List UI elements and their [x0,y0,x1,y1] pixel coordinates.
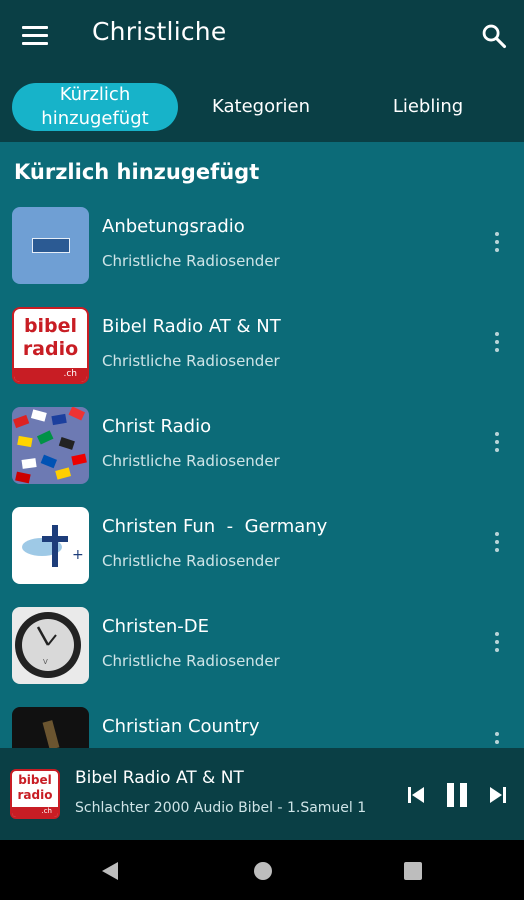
tab-label-line1: Kürzlich [59,84,131,105]
recents-icon[interactable] [403,861,423,881]
logo-text-bibel: bibel [18,773,52,787]
logo-text-ch: .ch [63,369,77,379]
station-logo: + [12,507,89,584]
search-icon[interactable] [480,22,508,50]
station-row[interactable]: Christian Country [0,700,524,748]
cross-logo: + [22,525,84,567]
station-category: Christliche Radiosender [102,252,280,270]
more-options-icon[interactable] [488,532,506,560]
home-icon[interactable] [253,861,273,881]
app-bar: Christliche [0,0,524,70]
svg-text:+: + [72,547,84,563]
more-options-icon[interactable] [488,632,506,660]
station-row[interactable]: V Christen-DE Christliche Radiosender [0,600,524,700]
flags-image [13,407,87,484]
mini-player[interactable]: bibel radio .ch Bibel Radio AT & NT Schl… [0,748,524,840]
app-title: Christliche [92,17,227,46]
station-category: Christliche Radiosender [102,652,280,670]
station-category: Christliche Radiosender [102,452,280,470]
station-category: Christliche Radiosender [102,552,280,570]
tab-label-line2: hinzugefügt [41,108,149,129]
tab-categories[interactable]: Kategorien [188,83,334,131]
pause-icon[interactable] [444,781,470,809]
station-logo: V [12,607,89,684]
station-name: Bibel Radio AT & NT [102,316,281,337]
station-logo [12,407,89,484]
tab-favorites[interactable]: Liebling [364,83,492,131]
station-logo [12,207,89,284]
logo-text-bibel: bibel [23,315,78,337]
menu-icon[interactable] [22,26,48,46]
station-name: Christian Country [102,716,260,737]
logo-text-ch: .ch [41,807,52,815]
more-options-icon[interactable] [488,732,506,748]
station-list[interactable]: Anbetungsradio Christliche Radiosender b… [0,200,524,748]
tab-recently-added[interactable]: Kürzlich hinzugefügt [12,83,178,131]
station-row[interactable]: Anbetungsradio Christliche Radiosender [0,200,524,300]
station-name: Christen Fun - Germany [102,516,328,537]
more-options-icon[interactable] [488,432,506,460]
station-row[interactable]: + Christen Fun - Germany Christliche Rad… [0,500,524,600]
logo-text-radio: radio [17,788,53,802]
station-logo [12,707,89,748]
station-category: Christliche Radiosender [102,352,280,370]
player-subtitle: Schlachter 2000 Audio Bibel - 1.Samuel 1 [75,800,367,816]
skip-previous-icon[interactable] [406,785,426,805]
system-nav-bar [0,840,524,900]
player-station-logo: bibel radio .ch [10,769,60,819]
skip-next-icon[interactable] [488,785,508,805]
more-options-icon[interactable] [488,332,506,360]
tab-label: Liebling [392,96,464,117]
station-name: Christen-DE [102,616,210,637]
station-name: Anbetungsradio [102,216,245,237]
section-title: Kürzlich hinzugefügt [14,160,260,184]
station-logo: bibel radio .ch [12,307,89,384]
more-options-icon[interactable] [488,232,506,260]
player-title: Bibel Radio AT & NT [75,768,244,788]
tab-label: Kategorien [212,96,310,117]
tab-bar: Kürzlich hinzugefügt Kategorien Liebling [0,70,524,142]
back-icon[interactable] [100,860,120,882]
station-name: Christ Radio [102,416,212,437]
station-row[interactable]: bibel radio .ch Bibel Radio AT & NT Chri… [0,300,524,400]
station-row[interactable]: Christ Radio Christliche Radiosender [0,400,524,500]
logo-text-radio: radio [22,338,79,360]
svg-text:V: V [43,658,48,666]
clock-logo: V [15,612,81,678]
